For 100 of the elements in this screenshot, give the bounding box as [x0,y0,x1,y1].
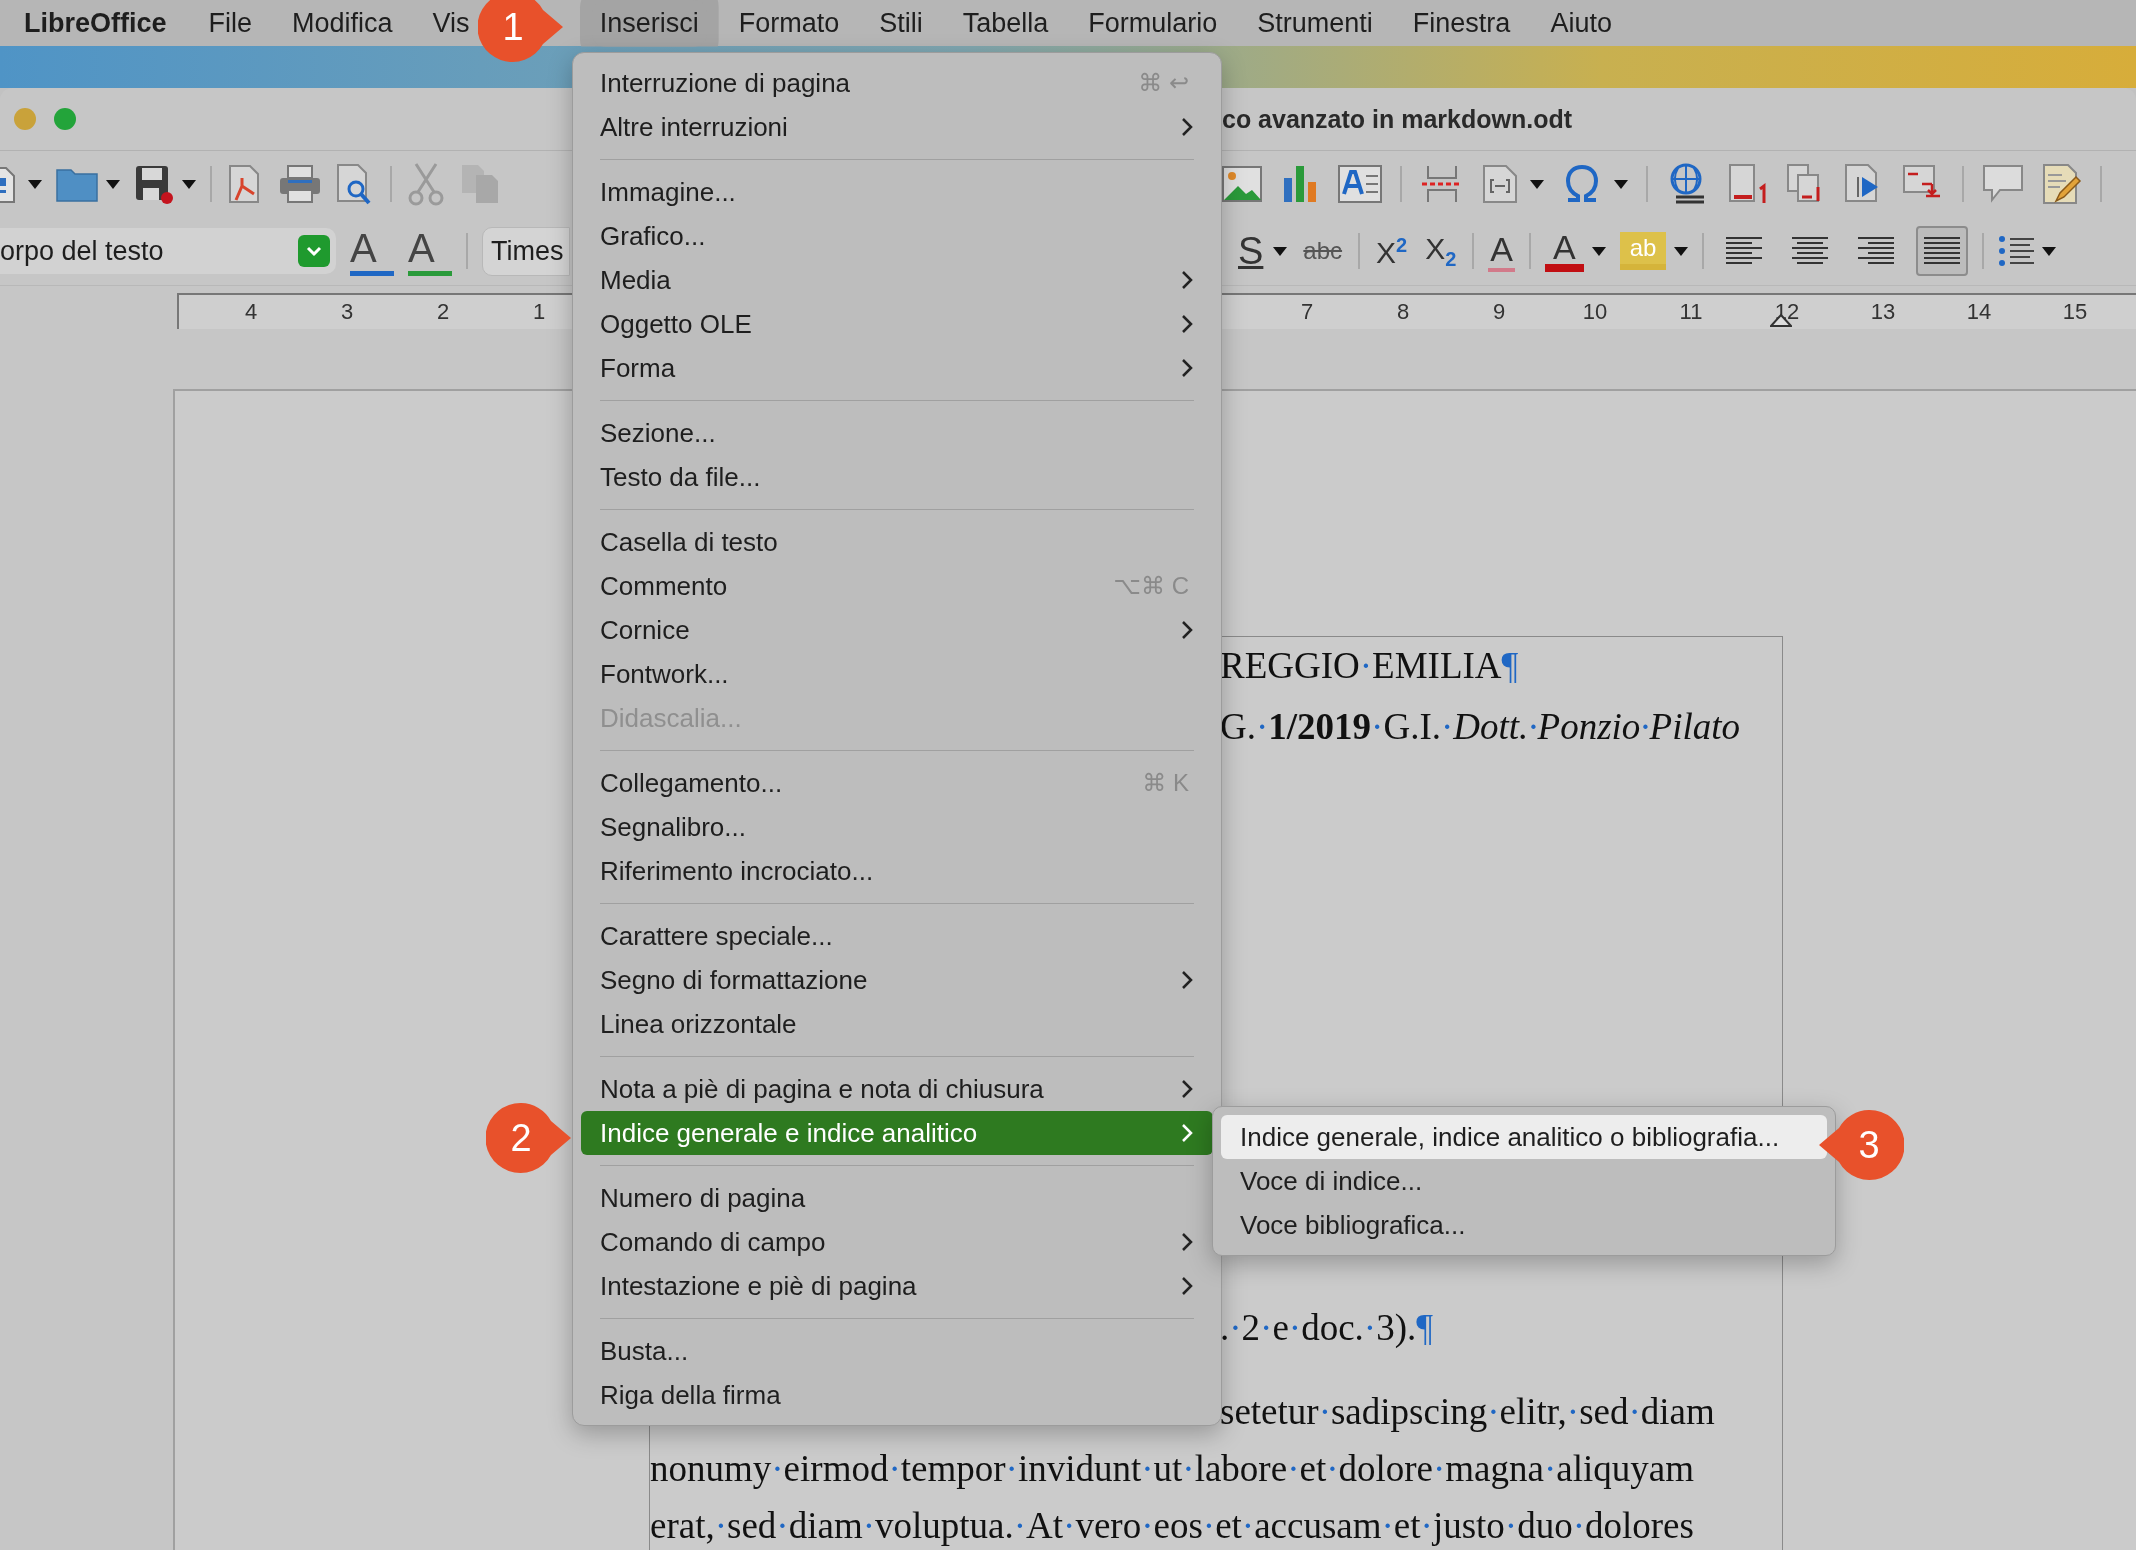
chevron-right-icon [1181,620,1193,640]
menu-item[interactable]: Nota a piè di pagina e nota di chiusura [581,1067,1213,1111]
align-left-icon [1726,236,1763,266]
align-center-icon [1792,236,1829,266]
menu-item[interactable]: Altre interruzioni [581,105,1213,149]
caret-icon[interactable] [106,179,120,189]
chevron-down-icon[interactable] [298,235,330,267]
strikethrough-button[interactable]: abc [1301,237,1345,265]
document-text-line: REGGIO·EMILIA¶ [1220,644,1520,688]
menu-bar-item[interactable]: Tabella [962,7,1049,39]
menu-bar-item[interactable]: Finestra [1412,7,1511,39]
menu-item[interactable]: Riferimento incrociato... [581,849,1213,893]
menu-bar-item[interactable]: Modifica [292,7,393,39]
menu-item[interactable]: Busta... [581,1329,1213,1373]
submenu-item[interactable]: Voce bibliografica... [1221,1203,1827,1247]
menu-item[interactable]: Sezione... [581,411,1213,455]
clear-formatting-button[interactable]: A [1488,230,1516,272]
chevron-right-icon [1181,314,1193,334]
callout-badge: 1 [477,0,564,63]
menu-bar-item[interactable]: Formato [738,7,840,39]
ruler-number: 1 [532,299,546,325]
chevron-right-icon [1181,358,1193,378]
chevron-right-icon [1181,1276,1193,1296]
menu-item[interactable]: Grafico... [581,214,1213,258]
chevron-right-icon [1181,1232,1193,1252]
ruler-number: 2 [436,299,450,325]
menu-item[interactable]: Casella di testo [581,520,1213,564]
menu-bar-item[interactable]: File [208,7,253,39]
menu-item[interactable]: Intestazione e piè di pagina [581,1264,1213,1308]
menu-item[interactable]: Fontwork... [581,652,1213,696]
justify-icon [1924,236,1961,266]
menu-item[interactable]: Media [581,258,1213,302]
app-menu[interactable]: LibreOffice [24,7,167,39]
text-box-icon[interactable] [1338,164,1382,204]
justify-button[interactable] [1916,226,1969,276]
font-color-button[interactable]: A [1545,230,1584,272]
callout-badge: 3 [1818,1109,1904,1181]
window-title: co avanzato in markdown.odt [1222,104,1573,134]
ruler-number: 13 [1870,299,1896,325]
menu-item[interactable]: Linea orizzontale [581,1002,1213,1046]
folder-icon[interactable] [56,166,98,202]
document-text-line: setetur·sadipscing·elitr,·sed·diam [1220,1390,1716,1434]
ruler-number: 7 [1300,299,1314,325]
ruler-number: 3 [340,299,354,325]
footnote-icon[interactable] [1728,163,1768,205]
ruler-number: 10 [1582,299,1608,325]
chevron-right-icon [1181,117,1193,137]
menu-item[interactable]: Indice generale e indice analitico [581,1111,1213,1155]
font-name-field[interactable]: Times [482,226,570,276]
menu-item[interactable]: Oggetto OLE [581,302,1213,346]
submenu-item[interactable]: Indice generale, indice analitico o bibliografia... [1221,1115,1827,1159]
ruler-number: 4 [244,299,258,325]
menu-item[interactable]: Interruzione di pagina ⌘ ↩ [581,61,1213,105]
caret-icon[interactable] [1674,246,1689,256]
caret-icon[interactable] [1614,179,1628,189]
caret-icon[interactable] [1591,246,1606,256]
menu-bar-item[interactable]: Aiuto [1550,7,1612,39]
caret-icon[interactable] [2042,246,2057,256]
callout-badge: 2 [486,1102,572,1174]
caret-icon[interactable] [1273,246,1288,256]
track-changes-icon[interactable] [2042,163,2082,205]
chevron-right-icon [1181,270,1193,290]
field-icon[interactable] [1482,164,1518,204]
chevron-right-icon [1181,970,1193,990]
menu-bar-item[interactable]: Vis [432,7,470,39]
menu-item[interactable]: Testo da file... [581,455,1213,499]
menu-item[interactable]: Immagine... [581,170,1213,214]
document-text-line: .·2·e·doc.·3).¶ [1220,1306,1435,1350]
menu-bar-item[interactable]: Formulario [1088,7,1218,39]
ruler-number: 14 [1966,299,1992,325]
document-text-line: nonumy·eirmod·tempor·invidunt·ut·labore·et·dolore·magna·aliquyam [650,1447,1695,1491]
underline-button[interactable]: S [1236,230,1266,272]
menu-item[interactable]: Forma [581,346,1213,390]
superscript-button[interactable]: X$^{2}$ [1374,232,1410,270]
subscript-button[interactable]: X$_{2}$ [1423,231,1459,271]
ruler-number: 9 [1492,299,1506,325]
menu-item[interactable]: Segnalibro... [581,805,1213,849]
menu-bar-item[interactable]: Strumenti [1257,7,1373,39]
caret-icon[interactable] [28,179,42,189]
menu-item[interactable]: Segno di formattazione [581,958,1213,1002]
new-style-button[interactable]: A [408,226,452,276]
menu-item[interactable]: Numero di pagina [581,1176,1213,1220]
update-style-button[interactable]: A [350,226,394,276]
chevron-right-icon [1181,1123,1193,1143]
caret-icon[interactable] [182,179,196,189]
menu-item[interactable]: Riga della firma [581,1373,1213,1417]
bullet-list-icon[interactable] [1998,233,2035,269]
save-icon[interactable] [134,164,174,204]
image-icon[interactable] [1222,164,1262,204]
menu-item[interactable]: Comando di campo [581,1220,1213,1264]
ruler-number: 8 [1396,299,1410,325]
chevron-right-icon [1181,1079,1193,1099]
menu-bar-item[interactable]: Stili [879,7,923,39]
menu-item[interactable]: Carattere speciale... [581,914,1213,958]
comment-icon[interactable] [1982,164,2024,204]
menu-item[interactable]: Cornice [581,608,1213,652]
printer-icon[interactable] [278,164,322,204]
caret-icon[interactable] [1530,179,1544,189]
document-text-line: G.·1/2019·G.I.·Dott.·Ponzio·Pilato [1220,705,1742,749]
paragraph-style-dropdown[interactable]: orpo del testo [0,228,336,274]
